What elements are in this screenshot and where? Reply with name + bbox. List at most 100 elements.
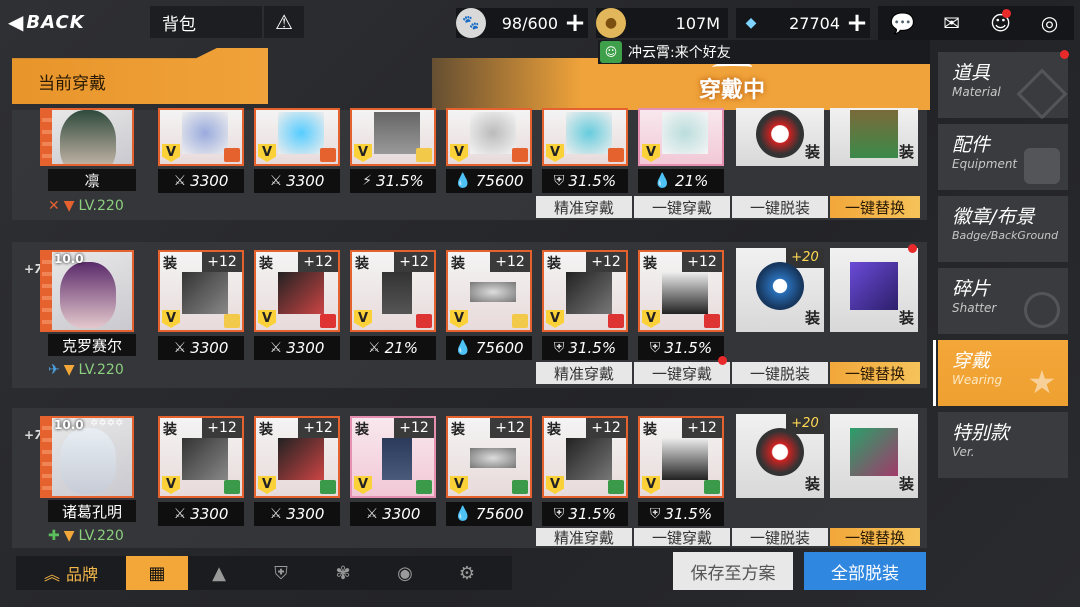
character-level: ✕ ▼ LV.220: [48, 198, 124, 214]
set-tag-icon: [512, 480, 528, 494]
equip-slot[interactable]: 装 +12 V: [542, 250, 628, 332]
sword-icon: ⚔: [269, 173, 283, 189]
diamond-value: 27704: [789, 13, 840, 33]
badge-slot[interactable]: +20 装: [736, 414, 824, 498]
faction-ring-icon: ◉: [397, 562, 413, 584]
character-portrait[interactable]: [40, 108, 134, 166]
nav-badge-background[interactable]: 徽章/布景 Badge/BackGround: [938, 196, 1068, 262]
equip-slot[interactable]: 装 +12 V: [158, 250, 244, 332]
equip-slot[interactable]: 装 +12 V: [446, 416, 532, 498]
filter-faction-1-button[interactable]: ▲: [188, 556, 250, 590]
drop-icon: 💧: [454, 340, 472, 356]
equipped-tag: 装: [451, 256, 465, 272]
equip-slot[interactable]: 装 +12 V: [638, 416, 724, 498]
remove-all-button[interactable]: 全部脱装: [804, 552, 926, 590]
nav-shatter[interactable]: 碎片 Shatter: [938, 268, 1068, 334]
character-portrait[interactable]: 10.0 ✡✡✡✡: [40, 416, 134, 498]
back-button[interactable]: ◀ BACK: [8, 8, 108, 36]
v-rank-icon: V: [162, 310, 180, 328]
nav-wearing[interactable]: 穿戴 Wearing ★: [938, 340, 1068, 406]
filter-faction-5-button[interactable]: ⚙: [436, 556, 498, 590]
set-tag-icon: [320, 148, 336, 162]
quick-unequip-button[interactable]: 一键脱装: [732, 362, 828, 384]
v-rank-icon: V: [258, 476, 276, 494]
equip-slot[interactable]: V: [350, 108, 436, 166]
equip-slot[interactable]: V: [254, 108, 340, 166]
stat-defense: ⛨ 31.5%: [638, 336, 724, 360]
badge-slot[interactable]: 装: [736, 108, 824, 166]
quick-replace-button[interactable]: 一键替换: [830, 528, 920, 546]
equip-slot[interactable]: V: [158, 108, 244, 166]
gear-item-image: [278, 272, 324, 314]
stamina-resource: 🐾 98/600 +: [456, 8, 588, 38]
equip-slot[interactable]: 装 +12 V: [350, 416, 436, 498]
equip-slot[interactable]: V: [542, 108, 628, 166]
equip-slot[interactable]: 装 +12 V: [254, 416, 340, 498]
brand-filter-button[interactable]: ︽ 品牌: [16, 556, 126, 590]
equip-slot[interactable]: 装 +12 V: [254, 250, 340, 332]
nav-equipment[interactable]: 配件 Equipment: [938, 124, 1068, 190]
settings-icon[interactable]: ◎: [1035, 8, 1065, 38]
character-name: 克罗赛尔: [48, 334, 136, 356]
v-rank-icon: V: [258, 310, 276, 328]
friends-icon[interactable]: ☺: [986, 8, 1016, 38]
badge-emblem-icon: [756, 110, 804, 158]
gear-item-image: [566, 438, 612, 480]
gear-item-image: [470, 448, 516, 468]
set-tag-icon: [416, 480, 432, 494]
diamond-icon: ◆: [745, 15, 757, 31]
equip-slot[interactable]: V: [446, 108, 532, 166]
filter-all-button[interactable]: ▦: [126, 556, 188, 590]
stat-attack: ⚔ 3300: [254, 336, 340, 360]
save-to-plan-button[interactable]: 保存至方案: [673, 552, 793, 590]
background-slot[interactable]: 装: [830, 248, 918, 332]
stat-value: 21%: [384, 339, 418, 357]
equipped-tag: 装: [643, 256, 657, 272]
filter-faction-4-button[interactable]: ◉: [374, 556, 436, 590]
quick-unequip-button[interactable]: 一键脱装: [732, 196, 828, 218]
quick-wear-button[interactable]: 一键穿戴: [634, 362, 730, 384]
gear-item-image: [382, 438, 412, 480]
active-indicator: [933, 340, 936, 406]
shatter-icon: [1024, 292, 1060, 328]
alert-icon[interactable]: ⚠: [264, 6, 304, 38]
quick-wear-button[interactable]: 一键穿戴: [634, 196, 730, 218]
mail-icon[interactable]: ✉: [937, 8, 967, 38]
brand-label: 品牌: [66, 565, 99, 584]
gear-item-image: [662, 112, 708, 154]
equip-slot[interactable]: 装 +12 V: [158, 416, 244, 498]
precise-wear-button[interactable]: 精准穿戴: [536, 528, 632, 546]
sword-icon: ⚔: [269, 506, 283, 522]
chat-bubble-icon[interactable]: 💬: [888, 8, 918, 38]
precise-wear-button[interactable]: 精准穿戴: [536, 362, 632, 384]
gear-item-image: [662, 272, 708, 314]
background-slot[interactable]: 装: [830, 414, 918, 498]
add-stamina-button[interactable]: +: [562, 10, 588, 36]
nav-material[interactable]: 道具 Material: [938, 52, 1068, 120]
filter-faction-3-button[interactable]: ✾: [312, 556, 374, 590]
equip-slot[interactable]: V: [638, 108, 724, 166]
set-tag-icon: [608, 480, 624, 494]
quick-unequip-button[interactable]: 一键脱装: [732, 528, 828, 546]
quick-replace-button[interactable]: 一键替换: [830, 196, 920, 218]
character-portrait[interactable]: 10.0: [40, 250, 134, 332]
quick-wear-button[interactable]: 一键穿戴: [634, 528, 730, 546]
stamina-value: 98/600: [501, 13, 558, 33]
precise-wear-button[interactable]: 精准穿戴: [536, 196, 632, 218]
background-slot[interactable]: 装: [830, 108, 918, 166]
equip-slot[interactable]: 装 +12 V: [446, 250, 532, 332]
enhance-level: +12: [586, 418, 626, 438]
badge-slot[interactable]: +20 装: [736, 248, 824, 332]
equip-slot[interactable]: 装 +12 V: [350, 250, 436, 332]
equip-slot[interactable]: 装 +12 V: [638, 250, 724, 332]
faction-icon: ▼: [63, 198, 75, 214]
equip-slot[interactable]: 装 +12 V: [542, 416, 628, 498]
chat-ticker[interactable]: ☺ 冲云霄:来个好友: [598, 40, 930, 64]
add-diamond-button[interactable]: +: [844, 10, 870, 36]
quick-replace-button[interactable]: 一键替换: [830, 362, 920, 384]
filter-faction-2-button[interactable]: ⛨: [250, 556, 312, 590]
crit-icon: ⚡: [362, 173, 373, 189]
notification-dot: [1060, 50, 1069, 59]
nav-special-version[interactable]: 特别款 Ver.: [938, 412, 1068, 478]
stat-attack: ⚔ 3300: [158, 502, 244, 526]
